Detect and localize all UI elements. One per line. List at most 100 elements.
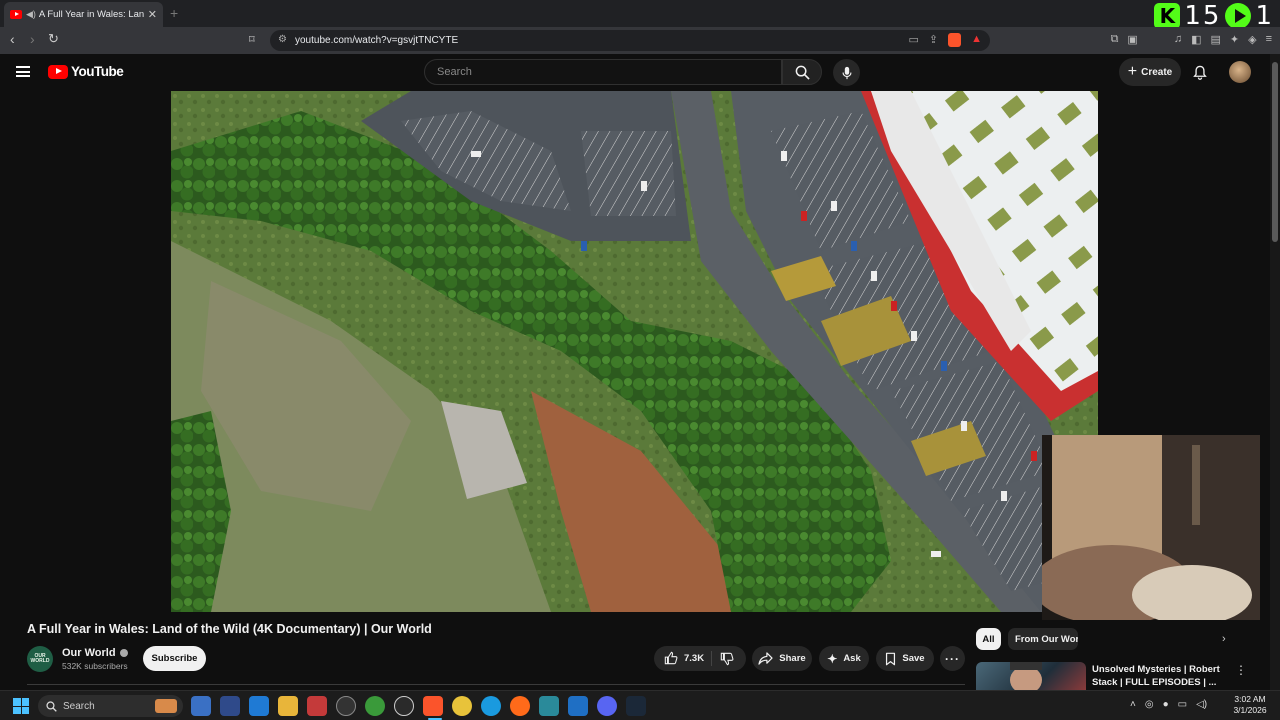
more-actions-button[interactable]: ··· — [940, 646, 965, 671]
user-avatar[interactable] — [1229, 61, 1251, 83]
voice-search-button[interactable] — [833, 59, 860, 86]
share-icon — [758, 652, 773, 665]
firefox-icon[interactable] — [510, 696, 530, 716]
webcam-frame — [1042, 435, 1260, 620]
taskbar-clock[interactable]: 3:02 AM 3/1/2026 — [1230, 694, 1270, 716]
thumbs-down-icon — [720, 652, 734, 666]
edge-icon[interactable] — [481, 696, 501, 716]
tray-overflow-icon[interactable]: ˄ — [1130, 699, 1136, 710]
widgets-icon[interactable] — [191, 696, 211, 716]
taskbar-search-icon — [46, 700, 57, 712]
dislike-button[interactable] — [720, 652, 734, 671]
app-icon-6[interactable] — [394, 696, 414, 716]
discord-icon[interactable] — [597, 696, 617, 716]
search-input[interactable]: Search — [424, 59, 782, 85]
youtube-logo[interactable]: YouTube — [48, 64, 124, 79]
app-icon-2[interactable] — [249, 696, 269, 716]
brave-browser-icon[interactable] — [423, 696, 443, 716]
search-placeholder: Search — [437, 66, 472, 78]
webcam-overlay — [1042, 435, 1260, 620]
windows-start-icon[interactable] — [13, 698, 29, 714]
stream-overlay-counter: K 15 1 — [1154, 1, 1274, 31]
channel-name-link[interactable]: Our World — [62, 647, 128, 659]
recommendation-thumbnail-image — [1010, 662, 1042, 690]
chip-from-channel[interactable]: From Our World — [1008, 628, 1078, 650]
audio-playing-icon[interactable]: ◀) — [26, 9, 36, 20]
close-tab-icon[interactable]: ✕ — [148, 8, 157, 21]
recommendation-title[interactable]: Unsolved Mysteries | Robert Stack | FULL… — [1092, 663, 1220, 689]
leo-ai-icon[interactable]: ✦ — [1230, 33, 1239, 46]
browser-tabstrip: ◀) A Full Year in Wales: Land of the Wil… — [0, 0, 1280, 31]
file-explorer-icon[interactable] — [278, 696, 298, 716]
ask-button[interactable]: ✦ Ask — [819, 646, 869, 671]
app-icon-1[interactable] — [220, 696, 240, 716]
bookmark-icon[interactable]: ⌑ — [249, 33, 255, 46]
share-page-icon[interactable]: ⇪ — [929, 33, 938, 47]
notifications-bell-icon[interactable] — [1193, 65, 1207, 80]
plus-icon: + — [1127, 63, 1138, 80]
wallet-icon[interactable]: ▤ — [1210, 33, 1220, 46]
app-icon-7[interactable] — [539, 696, 559, 716]
more-horizontal-icon: ··· — [945, 651, 960, 666]
app-icon-3[interactable] — [307, 696, 327, 716]
tray-app-icon[interactable]: ◎ — [1145, 699, 1154, 710]
brave-rewards-icon[interactable]: ▲ — [971, 33, 982, 47]
video-player[interactable] — [171, 91, 1098, 612]
menu-icon[interactable]: ≡ — [1266, 33, 1272, 46]
sidebar-toggle-icon[interactable]: ◧ — [1191, 33, 1201, 46]
mic-tray-icon[interactable]: ● — [1163, 699, 1169, 710]
channel-avatar[interactable]: OUR WORLD — [27, 646, 53, 672]
system-tray: ˄ ◎ ● ▭ ◁) — [1130, 699, 1207, 710]
taskbar-search[interactable]: Search — [38, 695, 183, 717]
site-info-icon[interactable]: ⚙ — [278, 34, 287, 45]
forward-icon[interactable]: › — [30, 31, 35, 47]
channel-name: Our World — [62, 647, 116, 659]
vscode-icon[interactable] — [568, 696, 588, 716]
more-vertical-icon[interactable]: ⋮ — [1235, 663, 1247, 677]
video-frame — [171, 91, 1098, 612]
taskbar-search-label: Search — [63, 700, 95, 712]
guide-menu-icon[interactable] — [16, 66, 30, 77]
brave-shields-icon[interactable] — [948, 33, 962, 47]
cast-icon[interactable]: ▭ — [908, 33, 918, 47]
taskbar-apps — [191, 696, 646, 716]
reload-icon[interactable]: ↻ — [48, 31, 59, 47]
clock-time: 3:02 AM — [1234, 694, 1266, 704]
address-bar[interactable]: ⚙ youtube.com/watch?v=gsvjtTNCYTE ▭ ⇪ ▲ — [270, 30, 990, 51]
screenshot-icon[interactable]: ▣ — [1127, 33, 1137, 46]
scrollbar-thumb[interactable] — [1272, 62, 1278, 242]
new-tab-icon[interactable]: + — [170, 5, 178, 21]
extension-icons: ⧉ ▣ ♫ ◧ ▤ ✦ ◈ ≡ — [1111, 33, 1272, 46]
create-button[interactable]: + Create — [1119, 58, 1181, 86]
youtube-header: YouTube Search + Create — [0, 54, 1280, 92]
play-badge-icon — [1225, 3, 1252, 29]
app-icon-4[interactable] — [336, 696, 356, 716]
volume-icon[interactable]: ◁) — [1196, 699, 1207, 710]
browser-tab-youtube[interactable]: ◀) A Full Year in Wales: Land of the Wil… — [4, 2, 163, 27]
page-scrollbar[interactable] — [1270, 54, 1280, 690]
sparkle-icon: ✦ — [827, 651, 838, 666]
search-button[interactable] — [782, 59, 822, 85]
youtube-logo-icon — [48, 64, 68, 79]
chrome-icon[interactable] — [452, 696, 472, 716]
extensions-icon[interactable]: ⧉ — [1111, 33, 1119, 46]
network-icon[interactable]: ▭ — [1178, 699, 1187, 710]
vpn-icon[interactable]: ◈ — [1248, 33, 1256, 46]
search-highlight-icon — [155, 699, 177, 713]
back-icon[interactable]: ‹ — [10, 31, 15, 47]
chip-all[interactable]: All — [976, 628, 1001, 650]
save-button[interactable]: Save — [876, 646, 934, 671]
chevron-right-icon[interactable]: › — [1222, 633, 1226, 645]
description-divider — [27, 684, 965, 685]
share-button[interactable]: Share — [752, 646, 812, 671]
like-dislike-group: 7.3K — [654, 646, 746, 671]
recommendation-thumbnail[interactable] — [976, 662, 1086, 690]
steam-icon[interactable] — [626, 696, 646, 716]
media-icon[interactable]: ♫ — [1174, 33, 1182, 46]
like-divider — [711, 651, 712, 666]
windows-taskbar: Search ˄ ◎ ● ▭ ◁) 3:02 AM 3/1/2026 — [0, 690, 1280, 720]
subscribe-button[interactable]: Subscribe — [143, 646, 206, 671]
app-icon-5[interactable] — [365, 696, 385, 716]
like-button[interactable]: 7.3K — [664, 651, 704, 665]
like-count: 7.3K — [684, 652, 705, 664]
